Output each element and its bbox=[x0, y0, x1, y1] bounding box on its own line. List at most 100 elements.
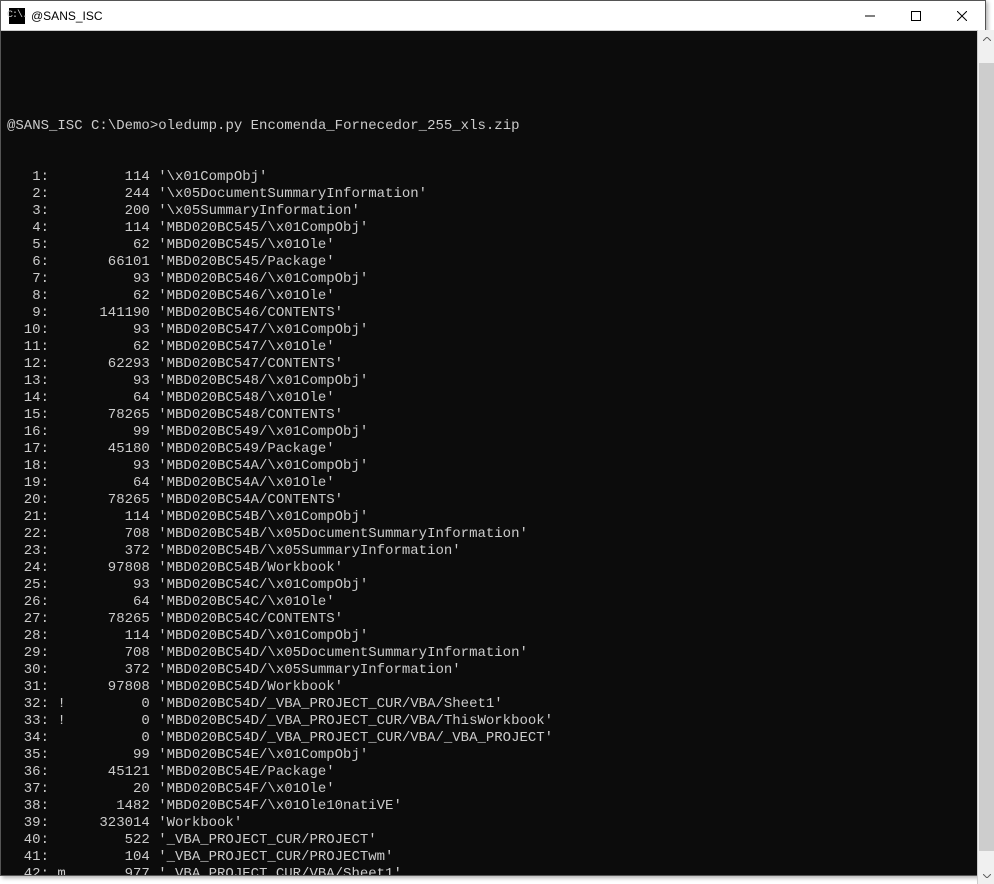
output-row: 40: 522 '_VBA_PROJECT_CUR/PROJECT' bbox=[7, 832, 985, 849]
output-row: 4: 114 'MBD020BC545/\x01CompObj' bbox=[7, 220, 985, 237]
stream-index: 7 bbox=[7, 271, 41, 288]
titlebar[interactable]: C:\. @SANS_ISC bbox=[1, 1, 985, 31]
stream-name: 'Workbook' bbox=[158, 815, 242, 831]
stream-size: 141190 bbox=[74, 305, 150, 322]
output-row: 23: 372 'MBD020BC54B/\x05SummaryInformat… bbox=[7, 543, 985, 560]
stream-name: 'MBD020BC54D/_VBA_PROJECT_CUR/VBA/Sheet1… bbox=[158, 696, 502, 712]
stream-size: 78265 bbox=[74, 407, 150, 424]
stream-index: 23 bbox=[7, 543, 41, 560]
stream-index: 3 bbox=[7, 203, 41, 220]
output-row: 42: m977 '_VBA_PROJECT_CUR/VBA/Sheet1' bbox=[7, 866, 985, 875]
output-row: 3: 200 '\x05SummaryInformation' bbox=[7, 203, 985, 220]
stream-index: 1 bbox=[7, 169, 41, 186]
output-row: 34: 0 'MBD020BC54D/_VBA_PROJECT_CUR/VBA/… bbox=[7, 730, 985, 747]
stream-index: 32 bbox=[7, 696, 41, 713]
stream-size: 0 bbox=[74, 696, 150, 713]
stream-flag: ! bbox=[57, 696, 74, 713]
maximize-button[interactable] bbox=[893, 1, 939, 30]
stream-size: 93 bbox=[74, 458, 150, 475]
stream-size: 66101 bbox=[74, 254, 150, 271]
stream-size: 0 bbox=[74, 713, 150, 730]
stream-index: 4 bbox=[7, 220, 41, 237]
terminal-output[interactable]: @SANS_ISC C:\Demo>oledump.py Encomenda_F… bbox=[1, 31, 985, 875]
scroll-down-button[interactable] bbox=[978, 867, 994, 884]
stream-index: 10 bbox=[7, 322, 41, 339]
stream-index: 21 bbox=[7, 509, 41, 526]
stream-size: 64 bbox=[74, 475, 150, 492]
stream-size: 114 bbox=[74, 628, 150, 645]
scroll-up-button[interactable] bbox=[978, 30, 994, 47]
output-row: 25: 93 'MBD020BC54C/\x01CompObj' bbox=[7, 577, 985, 594]
maximize-icon bbox=[911, 11, 921, 21]
stream-index: 24 bbox=[7, 560, 41, 577]
stream-size: 20 bbox=[74, 781, 150, 798]
close-icon bbox=[957, 11, 967, 21]
stream-name: 'MBD020BC54D/Workbook' bbox=[158, 679, 343, 695]
stream-index: 8 bbox=[7, 288, 41, 305]
stream-name: '_VBA_PROJECT_CUR/PROJECT' bbox=[158, 832, 376, 848]
stream-index: 20 bbox=[7, 492, 41, 509]
output-row: 38: 1482 'MBD020BC54F/\x01Ole10natiVE' bbox=[7, 798, 985, 815]
stream-index: 38 bbox=[7, 798, 41, 815]
stream-size: 78265 bbox=[74, 611, 150, 628]
stream-size: 977 bbox=[74, 866, 150, 875]
output-row: 6: 66101 'MBD020BC545/Package' bbox=[7, 254, 985, 271]
scrollbar-thumb[interactable] bbox=[979, 63, 994, 850]
stream-name: 'MBD020BC548/CONTENTS' bbox=[158, 407, 343, 423]
chevron-up-icon bbox=[983, 37, 991, 41]
stream-name: '\x05SummaryInformation' bbox=[158, 203, 360, 219]
output-row: 22: 708 'MBD020BC54B/\x05DocumentSummary… bbox=[7, 526, 985, 543]
output-row: 13: 93 'MBD020BC548/\x01CompObj' bbox=[7, 373, 985, 390]
stream-name: 'MBD020BC54E/\x01CompObj' bbox=[158, 747, 368, 763]
stream-size: 93 bbox=[74, 271, 150, 288]
stream-name: '\x01CompObj' bbox=[158, 169, 267, 185]
output-row: 36: 45121 'MBD020BC54E/Package' bbox=[7, 764, 985, 781]
minimize-button[interactable] bbox=[847, 1, 893, 30]
stream-name: 'MBD020BC549/\x01CompObj' bbox=[158, 424, 368, 440]
stream-index: 28 bbox=[7, 628, 41, 645]
stream-name: 'MBD020BC545/\x01Ole' bbox=[158, 237, 334, 253]
output-row: 18: 93 'MBD020BC54A/\x01CompObj' bbox=[7, 458, 985, 475]
close-button[interactable] bbox=[939, 1, 985, 30]
stream-name: 'MBD020BC54C/CONTENTS' bbox=[158, 611, 343, 627]
stream-index: 35 bbox=[7, 747, 41, 764]
stream-size: 62293 bbox=[74, 356, 150, 373]
output-row: 39: 323014 'Workbook' bbox=[7, 815, 985, 832]
output-row: 10: 93 'MBD020BC547/\x01CompObj' bbox=[7, 322, 985, 339]
stream-size: 1482 bbox=[74, 798, 150, 815]
stream-size: 323014 bbox=[74, 815, 150, 832]
stream-name: 'MBD020BC54A/\x01Ole' bbox=[158, 475, 334, 491]
stream-size: 93 bbox=[74, 577, 150, 594]
stream-size: 45121 bbox=[74, 764, 150, 781]
stream-size: 93 bbox=[74, 322, 150, 339]
stream-name: 'MBD020BC547/\x01CompObj' bbox=[158, 322, 368, 338]
app-icon: C:\. bbox=[9, 8, 25, 24]
stream-name: 'MBD020BC54D/_VBA_PROJECT_CUR/VBA/ThisWo… bbox=[158, 713, 553, 729]
stream-size: 372 bbox=[74, 662, 150, 679]
stream-name: 'MBD020BC54C/\x01Ole' bbox=[158, 594, 334, 610]
output-row: 31: 97808 'MBD020BC54D/Workbook' bbox=[7, 679, 985, 696]
output-row: 11: 62 'MBD020BC547/\x01Ole' bbox=[7, 339, 985, 356]
stream-index: 26 bbox=[7, 594, 41, 611]
stream-size: 708 bbox=[74, 526, 150, 543]
stream-size: 97808 bbox=[74, 679, 150, 696]
output-row: 30: 372 'MBD020BC54D/\x05SummaryInformat… bbox=[7, 662, 985, 679]
stream-index: 18 bbox=[7, 458, 41, 475]
stream-name: 'MBD020BC54F/\x01Ole10natiVE' bbox=[158, 798, 402, 814]
stream-name: 'MBD020BC545/Package' bbox=[158, 254, 334, 270]
stream-index: 41 bbox=[7, 849, 41, 866]
output-row: 24: 97808 'MBD020BC54B/Workbook' bbox=[7, 560, 985, 577]
stream-index: 6 bbox=[7, 254, 41, 271]
stream-index: 27 bbox=[7, 611, 41, 628]
stream-index: 42 bbox=[7, 866, 41, 875]
stream-index: 14 bbox=[7, 390, 41, 407]
window-title: @SANS_ISC bbox=[31, 9, 847, 23]
stream-name: 'MBD020BC547/CONTENTS' bbox=[158, 356, 343, 372]
stream-size: 45180 bbox=[74, 441, 150, 458]
stream-name: '_VBA_PROJECT_CUR/PROJECTwm' bbox=[158, 849, 393, 865]
vertical-scrollbar[interactable] bbox=[977, 30, 994, 884]
output-row: 15: 78265 'MBD020BC548/CONTENTS' bbox=[7, 407, 985, 424]
chevron-down-icon bbox=[983, 874, 991, 878]
stream-name: 'MBD020BC54D/_VBA_PROJECT_CUR/VBA/_VBA_P… bbox=[158, 730, 553, 746]
output-row: 26: 64 'MBD020BC54C/\x01Ole' bbox=[7, 594, 985, 611]
